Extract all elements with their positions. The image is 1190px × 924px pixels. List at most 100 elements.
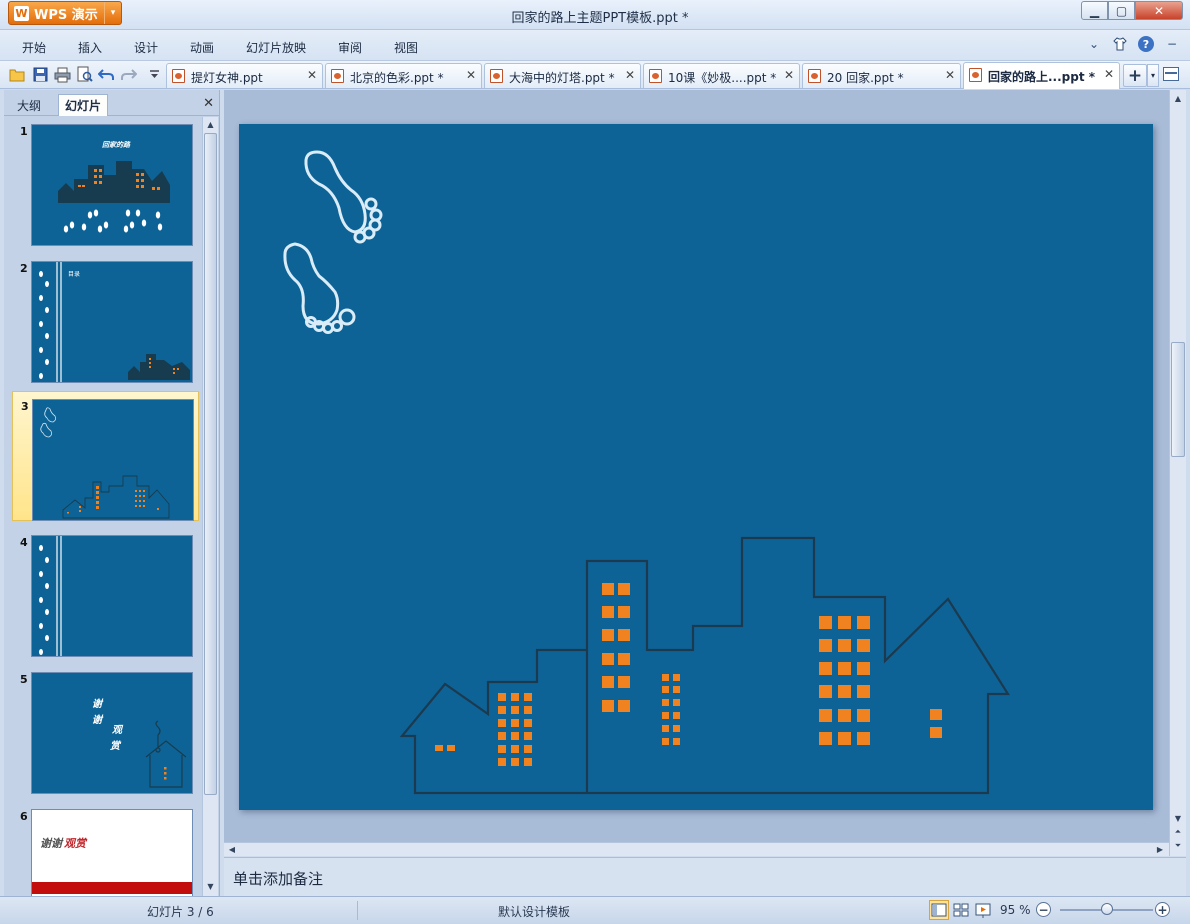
slide-number: 1	[20, 125, 28, 138]
notes-pane[interactable]: 单击添加备注	[224, 857, 1186, 896]
slide-thumbnail-2[interactable]: 2 目录	[12, 254, 199, 384]
slide-thumbnail-1[interactable]: 1 回家的路	[12, 117, 199, 247]
current-slide-canvas[interactable]	[239, 124, 1153, 810]
tab-label: 回家的路上...ppt *	[988, 70, 1096, 84]
app-menu-dropdown-icon[interactable]: ▾	[104, 2, 121, 24]
scroll-up-arrow-icon[interactable]: ▲	[1170, 92, 1186, 104]
scrollbar-thumb[interactable]	[204, 133, 217, 795]
redo-icon[interactable]	[120, 66, 137, 83]
tab-outline[interactable]: 大纲	[10, 94, 48, 116]
panel-tabs: 大纲 幻灯片 ✕	[4, 92, 220, 116]
tab-label: 20 回家.ppt *	[827, 71, 904, 85]
menu-insert[interactable]: 插入	[78, 39, 102, 56]
minimize-ribbon-icon[interactable]: −	[1164, 36, 1180, 52]
next-slide-icon[interactable]: ⏷	[1170, 840, 1186, 852]
tab-list-dropdown-button[interactable]: ▾	[1147, 64, 1159, 87]
slide-thumbnail-6[interactable]: 6 谢谢 观赏	[12, 802, 199, 896]
slide-thumbnail-3-selected[interactable]: 3	[12, 391, 199, 521]
slide-thumbnail-5[interactable]: 5 谢 谢 观 赏	[12, 665, 199, 795]
window-layout-icon[interactable]	[1163, 67, 1179, 81]
maximize-window-button[interactable]: ▢	[1108, 1, 1135, 20]
tab-document-5[interactable]: 20 回家.ppt * ✕	[802, 63, 961, 88]
thumb-text-plain: 谢谢	[40, 837, 64, 850]
scrollbar-thumb[interactable]	[1171, 342, 1185, 457]
menu-review[interactable]: 审阅	[338, 39, 362, 56]
scroll-up-arrow-icon[interactable]: ▲	[203, 117, 218, 132]
print-preview-icon[interactable]	[76, 66, 93, 83]
thumb-text-line: 谢	[92, 714, 104, 726]
wps-app-menu-button[interactable]: W WPS 演示 ▾	[8, 1, 122, 25]
slide-sorter-button[interactable]	[951, 900, 971, 920]
slide-preview: 目录	[31, 261, 193, 383]
tab-label: 大海中的灯塔.ppt *	[509, 71, 615, 85]
ppt-file-icon	[808, 69, 821, 83]
customize-icon[interactable]	[146, 66, 163, 83]
editing-area-vertical-scrollbar[interactable]: ▲ ▼ ⏶ ⏷	[1169, 90, 1186, 856]
new-tab-button[interactable]: +	[1123, 64, 1147, 87]
chevron-down-icon[interactable]: ⌄	[1086, 36, 1102, 52]
tab-document-2[interactable]: 北京的色彩.ppt * ✕	[325, 63, 482, 88]
menu-animation[interactable]: 动画	[190, 39, 214, 56]
help-icon[interactable]: ?	[1138, 36, 1154, 52]
close-tab-icon[interactable]: ✕	[625, 68, 635, 82]
close-panel-icon[interactable]: ✕	[203, 96, 214, 111]
menu-design[interactable]: 设计	[134, 39, 158, 56]
close-tab-icon[interactable]: ✕	[1104, 67, 1114, 81]
building-windows-graphic	[435, 583, 942, 766]
slide-preview	[32, 399, 194, 521]
thumb-title-text: 目录	[68, 270, 80, 278]
editing-area-horizontal-scrollbar[interactable]: ◀ ▶	[224, 842, 1169, 856]
scroll-down-arrow-icon[interactable]: ▼	[203, 879, 218, 894]
close-tab-icon[interactable]: ✕	[307, 68, 317, 82]
design-template-name[interactable]: 默认设计模板	[498, 903, 570, 920]
thumb-text-line: 谢	[92, 698, 104, 710]
scroll-right-arrow-icon[interactable]: ▶	[1154, 843, 1166, 856]
close-tab-icon[interactable]: ✕	[784, 68, 794, 82]
open-icon[interactable]	[9, 66, 26, 83]
slide-editing-area	[224, 90, 1169, 856]
tab-slides[interactable]: 幻灯片	[58, 94, 109, 116]
tab-document-6-active[interactable]: 回家的路上...ppt * ✕	[963, 62, 1120, 89]
slide-number: 4	[20, 536, 28, 549]
slideshow-button[interactable]	[973, 900, 993, 920]
normal-view-icon	[931, 903, 947, 917]
menu-start[interactable]: 开始	[22, 39, 46, 56]
thumb-title-text: 回家的路	[102, 140, 131, 149]
save-icon[interactable]	[32, 66, 49, 83]
print-icon[interactable]	[54, 66, 71, 83]
close-tab-icon[interactable]: ✕	[466, 68, 476, 82]
slideshow-icon	[975, 903, 991, 918]
slide-number: 6	[20, 810, 28, 823]
zoom-slider-knob[interactable]	[1100, 903, 1113, 915]
tab-document-4[interactable]: 10课《妙极....ppt * ✕	[643, 63, 800, 88]
zoom-in-button[interactable]: +	[1155, 902, 1170, 917]
menu-view[interactable]: 视图	[394, 39, 418, 56]
skin-icon[interactable]	[1112, 36, 1128, 52]
wps-app-label: WPS 演示	[34, 7, 98, 23]
slide-number: 5	[20, 673, 28, 686]
minimize-window-button[interactable]: ▁	[1081, 1, 1108, 20]
normal-view-button[interactable]	[929, 900, 949, 920]
slides-panel-scrollbar[interactable]: ▲ ▼	[202, 117, 218, 896]
scroll-down-arrow-icon[interactable]: ▼	[1170, 812, 1186, 824]
notes-placeholder[interactable]: 单击添加备注	[233, 868, 323, 889]
slide-thumbnail-list: 1 回家的路 2 目录 3 4 5 谢 谢 观 赏 6 谢谢 观赏	[4, 117, 200, 896]
ppt-file-icon	[649, 69, 662, 83]
slide-counter: 幻灯片 3 / 6	[147, 905, 214, 919]
tab-document-3[interactable]: 大海中的灯塔.ppt * ✕	[484, 63, 641, 88]
tab-document-1[interactable]: 提灯女神.ppt ✕	[166, 63, 323, 88]
footprints-graphic	[283, 150, 383, 334]
scroll-left-arrow-icon[interactable]: ◀	[226, 843, 238, 856]
undo-icon[interactable]	[98, 66, 115, 83]
wps-logo-icon: W	[14, 5, 29, 21]
close-tab-icon[interactable]: ✕	[945, 68, 955, 82]
ppt-file-icon	[172, 69, 185, 83]
close-window-button[interactable]: ✕	[1135, 1, 1183, 20]
zoom-out-button[interactable]: −	[1036, 902, 1051, 917]
slide-thumbnail-4[interactable]: 4	[12, 528, 199, 658]
previous-slide-icon[interactable]: ⏶	[1170, 826, 1186, 838]
city-skyline-graphic	[399, 536, 1010, 795]
slide-preview	[31, 535, 193, 657]
menu-slideshow[interactable]: 幻灯片放映	[246, 39, 306, 56]
zoom-percentage[interactable]: 95 %	[1000, 903, 1031, 917]
